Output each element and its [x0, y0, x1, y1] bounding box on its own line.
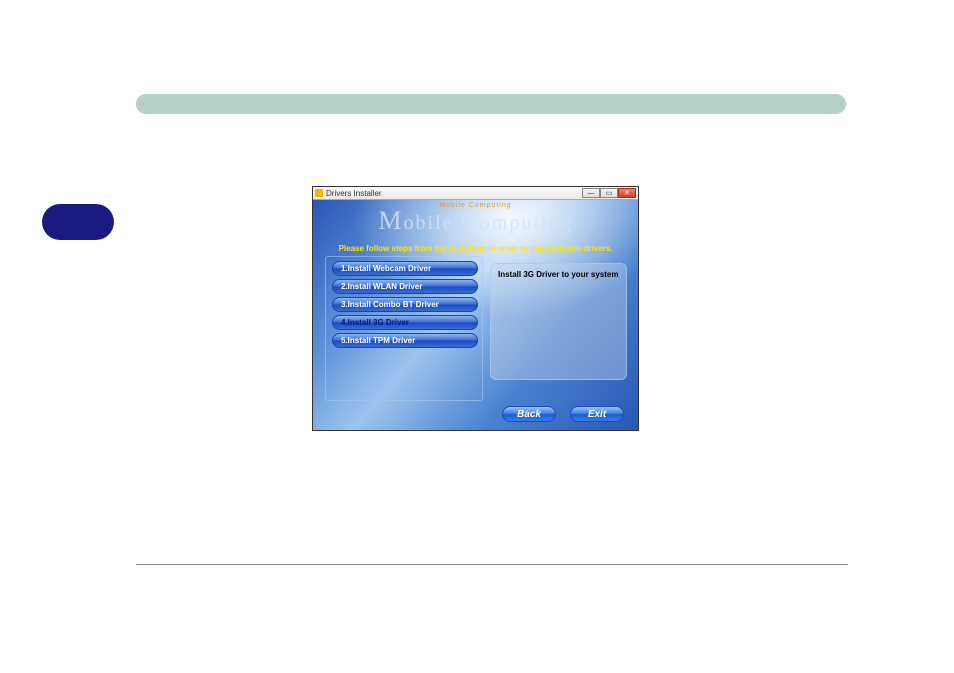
button-label: 4.Install 3G Driver: [341, 318, 409, 327]
bottom-buttons: Back Exit: [502, 406, 624, 422]
minimize-button[interactable]: —: [582, 188, 600, 198]
install-webcam-driver-button[interactable]: 1.Install Webcam Driver: [332, 261, 478, 276]
window-controls: — ▭ ✕: [582, 188, 636, 198]
page-header-bar: [136, 94, 846, 114]
maximize-button[interactable]: ▭: [600, 188, 618, 198]
instruction-text: Please follow steps from top to bottom i…: [313, 244, 638, 253]
app-icon: [315, 189, 323, 197]
driver-list-panel: 1.Install Webcam Driver 2.Install WLAN D…: [325, 256, 483, 401]
button-label: 1.Install Webcam Driver: [341, 264, 431, 273]
install-tpm-driver-button[interactable]: 5.Install TPM Driver: [332, 333, 478, 348]
info-panel: Install 3G Driver to your system: [490, 263, 627, 380]
install-wlan-driver-button[interactable]: 2.Install WLAN Driver: [332, 279, 478, 294]
install-combo-bt-driver-button[interactable]: 3.Install Combo BT Driver: [332, 297, 478, 312]
titlebar: Drivers Installer — ▭ ✕: [313, 187, 638, 200]
button-label: Exit: [588, 409, 606, 420]
button-label: 3.Install Combo BT Driver: [341, 300, 439, 309]
maximize-icon: ▭: [606, 190, 613, 197]
exit-button[interactable]: Exit: [570, 406, 624, 422]
button-label: 2.Install WLAN Driver: [341, 282, 422, 291]
window-title: Drivers Installer: [326, 189, 582, 198]
minimize-icon: —: [588, 190, 595, 197]
logo: Mobile Computing Mobile Computing: [313, 202, 638, 236]
button-label: Back: [517, 409, 541, 420]
logo-title: Mobile Computing: [313, 206, 638, 236]
back-button[interactable]: Back: [502, 406, 556, 422]
close-button[interactable]: ✕: [618, 188, 636, 198]
info-text: Install 3G Driver to your system: [498, 270, 619, 279]
installer-window: Drivers Installer — ▭ ✕ Mobile Computing…: [312, 186, 639, 431]
install-3g-driver-button[interactable]: 4.Install 3G Driver: [332, 315, 478, 330]
page-divider: [136, 564, 848, 565]
side-badge: [42, 204, 114, 240]
close-icon: ✕: [624, 190, 630, 197]
button-label: 5.Install TPM Driver: [341, 336, 415, 345]
installer-body: Mobile Computing Mobile Computing Please…: [313, 200, 638, 430]
